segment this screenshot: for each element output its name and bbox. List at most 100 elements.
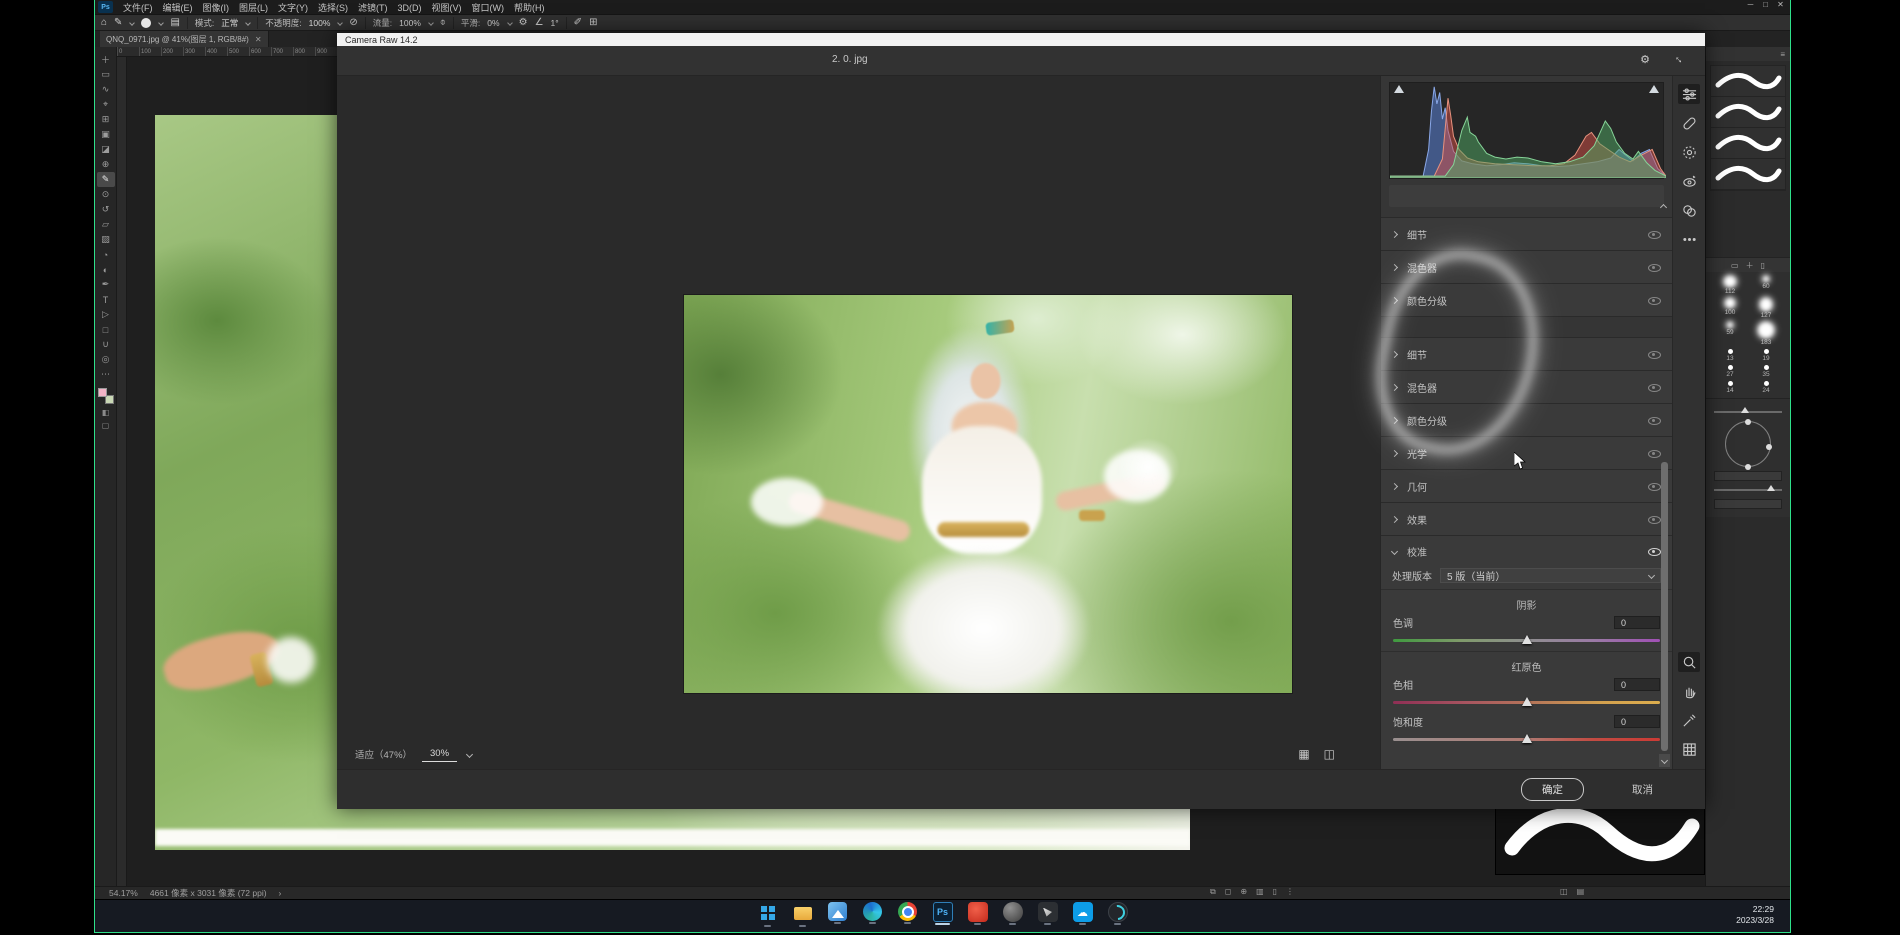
white-balance-eyedropper-icon[interactable] xyxy=(1678,710,1700,730)
foreground-color-swatch[interactable] xyxy=(98,388,107,397)
color-slider[interactable] xyxy=(1714,411,1782,413)
more-options-icon[interactable] xyxy=(1678,229,1700,249)
preview-photo[interactable] xyxy=(683,294,1293,694)
brush-stroke-preset[interactable] xyxy=(1711,66,1785,97)
brush-stroke-preset[interactable] xyxy=(1711,128,1785,159)
panel-scrollbar[interactable] xyxy=(1659,212,1670,767)
shape-tool[interactable]: □ xyxy=(97,322,115,337)
history-brush-tool[interactable]: ↺ xyxy=(97,202,115,217)
new-brush-icon[interactable]: ＋ xyxy=(1746,260,1754,271)
menu-item-10[interactable]: 帮助(H) xyxy=(509,3,550,13)
panel-footer-icon[interactable]: ⋮ xyxy=(1286,887,1294,897)
document-tab[interactable]: QNQ_0971.jpg @ 41%(图层 1, RGB/8#) ✕ xyxy=(100,31,269,47)
eyedropper-tool[interactable]: ◪ xyxy=(97,142,115,157)
cancel-button[interactable]: 取消 xyxy=(1626,781,1659,798)
panel-footer-icon[interactable]: ◫ xyxy=(1560,887,1568,896)
zoom-tool[interactable]: ◎ xyxy=(97,352,115,367)
brush-preset[interactable]: 35 xyxy=(1750,364,1782,379)
section-0[interactable]: 细节 xyxy=(1381,217,1672,250)
menu-item-0[interactable]: 文件(F) xyxy=(118,3,158,13)
smoothing-gear-icon[interactable]: ⚙ xyxy=(519,17,528,28)
taskbar-dark-app-icon[interactable] xyxy=(1035,902,1061,927)
eraser-tool[interactable]: ▱ xyxy=(97,217,115,232)
pen-tool[interactable]: ✒ xyxy=(97,277,115,292)
status-caret-icon[interactable]: › xyxy=(279,888,282,898)
symmetry-icon[interactable]: ⊞ xyxy=(589,17,597,28)
maximize-icon[interactable]: □ xyxy=(1758,0,1773,9)
taskbar-red-app-icon[interactable] xyxy=(965,902,991,927)
minimize-icon[interactable]: ─ xyxy=(1743,0,1758,9)
hand-tool-icon[interactable] xyxy=(1678,681,1700,701)
histogram[interactable] xyxy=(1389,82,1664,179)
zoom-level-value[interactable]: 30% xyxy=(422,746,457,762)
red-eye-tool-icon[interactable] xyxy=(1678,171,1700,191)
panel-footer-icon[interactable]: ▥ xyxy=(1256,887,1264,897)
brush-preset[interactable]: 100 xyxy=(1714,297,1746,320)
slider-thumb[interactable] xyxy=(1522,697,1532,706)
new-folder-icon[interactable]: ▭ xyxy=(1731,261,1739,270)
before-after-view-icon[interactable]: ◫ xyxy=(1324,747,1335,761)
edit-tool-icon[interactable] xyxy=(1678,84,1700,104)
clone-stamp-tool[interactable]: ⊙ xyxy=(97,187,115,202)
menu-item-5[interactable]: 选择(S) xyxy=(313,3,353,13)
object-select-tool[interactable]: ⌖ xyxy=(97,97,115,112)
taskbar-player-icon[interactable] xyxy=(1105,902,1131,927)
taskbar-netdisk-icon[interactable]: ☁ xyxy=(1070,902,1096,927)
brush-preset-icon[interactable]: ✎ xyxy=(114,17,122,28)
status-zoom-value[interactable]: 54.17% xyxy=(109,888,138,898)
brush-stroke-preset[interactable] xyxy=(1711,159,1785,190)
frame-tool[interactable]: ▣ xyxy=(97,127,115,142)
section-8[interactable]: 几何 xyxy=(1381,469,1672,502)
close-icon[interactable]: ✕ xyxy=(1773,0,1788,9)
color-slider[interactable] xyxy=(1714,489,1782,491)
slider-thumb[interactable] xyxy=(1767,485,1775,491)
slider-value-input[interactable]: 0 xyxy=(1614,678,1660,691)
brush-preset[interactable]: 24 xyxy=(1750,380,1782,395)
pressure-opacity-icon[interactable]: ⊘ xyxy=(349,17,357,28)
healing-tool-icon[interactable] xyxy=(1678,113,1700,133)
slider-value-input[interactable]: 0 xyxy=(1614,616,1660,629)
marquee-tool[interactable]: ▭ xyxy=(97,67,115,82)
wheel-handle[interactable] xyxy=(1745,419,1751,425)
opacity-value[interactable]: 100% xyxy=(309,18,331,28)
brush-tool[interactable]: ✎ xyxy=(97,172,115,187)
gradient-tool[interactable]: ▨ xyxy=(97,232,115,247)
camera-raw-titlebar[interactable]: Camera Raw 14.2 xyxy=(337,33,1705,46)
home-icon[interactable]: ⌂ xyxy=(101,17,107,28)
brush-preset[interactable]: 127 xyxy=(1750,297,1782,320)
brush-preset[interactable]: 112 xyxy=(1714,275,1746,296)
preview-settings-icon[interactable]: ▦ xyxy=(1298,747,1309,761)
brush-preset[interactable]: 60 xyxy=(1750,275,1782,296)
menu-item-9[interactable]: 窗口(W) xyxy=(467,3,510,13)
brush-settings-panel-icon[interactable]: ▤ xyxy=(170,17,179,28)
scroll-down-icon[interactable] xyxy=(1659,754,1670,767)
slider-thumb[interactable] xyxy=(1741,407,1749,413)
more-tools[interactable]: ⋯ xyxy=(97,367,115,382)
zoom-fit-label[interactable]: 适应（47%） xyxy=(355,747,412,761)
pressure-size-icon[interactable]: ✐ xyxy=(574,17,582,28)
slider-track[interactable] xyxy=(1393,639,1660,642)
taskbar-photos-icon[interactable] xyxy=(825,902,851,927)
menu-item-3[interactable]: 图层(L) xyxy=(234,3,273,13)
menu-item-1[interactable]: 编辑(E) xyxy=(158,3,198,13)
slider-track[interactable] xyxy=(1393,701,1660,704)
panel-footer-icon[interactable]: ▯ xyxy=(1273,887,1277,897)
hand-tool[interactable]: ∪ xyxy=(97,337,115,352)
wheel-handle[interactable] xyxy=(1766,444,1772,450)
tab-close-icon[interactable]: ✕ xyxy=(255,35,262,44)
taskbar-clock[interactable]: 22:29 2023/3/28 xyxy=(1736,904,1774,926)
ok-button[interactable]: 确定 xyxy=(1521,778,1584,801)
taskbar-chrome-icon[interactable] xyxy=(895,902,921,927)
process-version-select[interactable]: 5 版（当前） xyxy=(1440,568,1661,583)
wheel-handle[interactable] xyxy=(1745,464,1751,470)
brush-preset[interactable]: 27 xyxy=(1714,364,1746,379)
calibration-header[interactable]: 校准 xyxy=(1381,536,1672,566)
slider-value-input[interactable]: 0 xyxy=(1614,715,1660,728)
move-tool[interactable]: ＋ xyxy=(97,52,115,67)
brush-preset[interactable]: 59 xyxy=(1714,321,1746,347)
menu-item-8[interactable]: 视图(V) xyxy=(427,3,467,13)
slider-thumb[interactable] xyxy=(1522,734,1532,743)
color-wheel[interactable] xyxy=(1725,421,1771,467)
flow-value[interactable]: 100% xyxy=(399,18,421,28)
lasso-tool[interactable]: ∿ xyxy=(97,82,115,97)
